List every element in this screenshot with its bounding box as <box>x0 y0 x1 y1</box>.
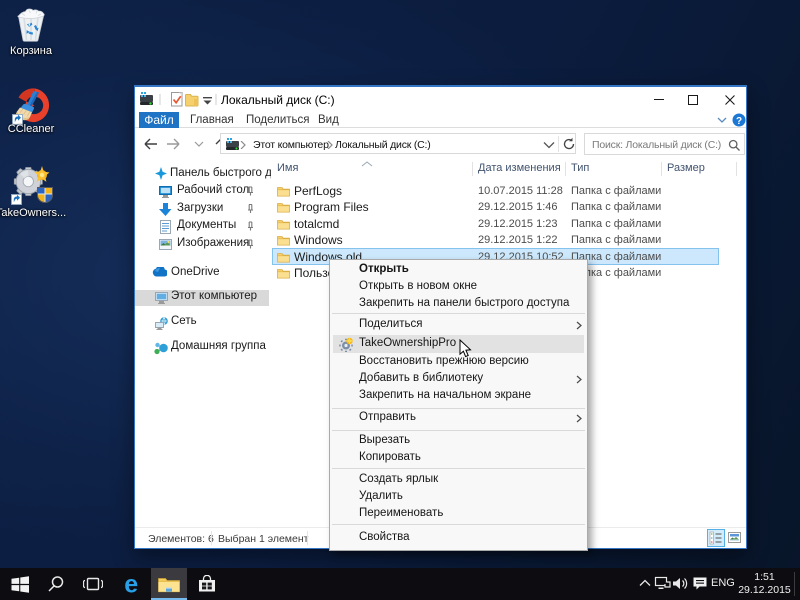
svg-text:e: e <box>124 573 138 595</box>
svg-text:?: ? <box>736 116 742 127</box>
